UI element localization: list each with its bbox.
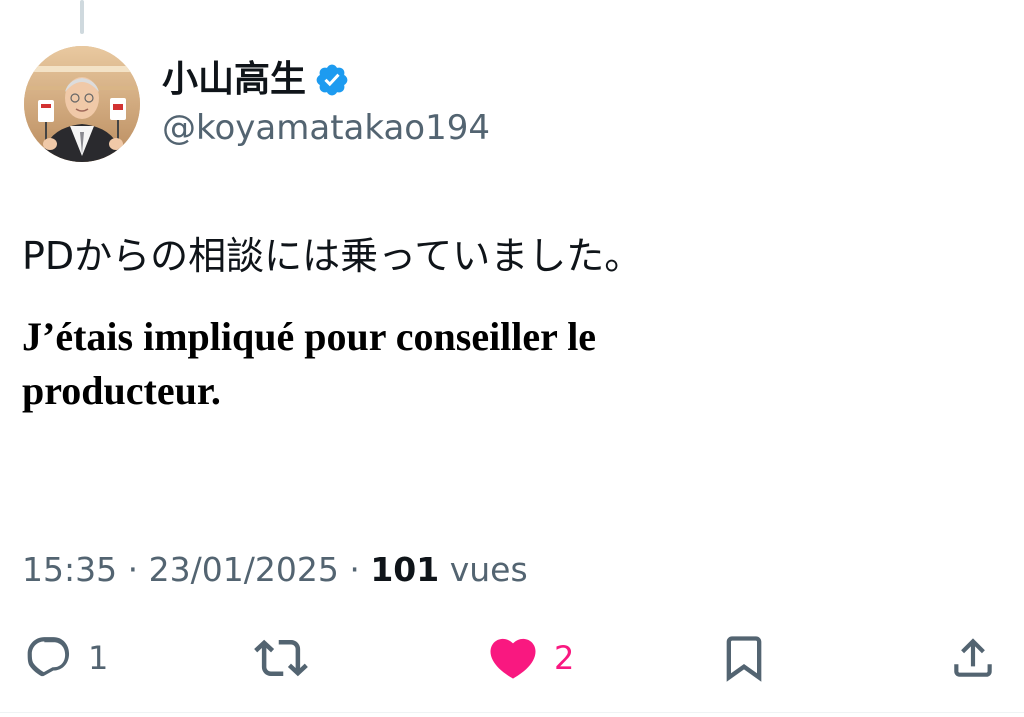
heart-icon: [490, 638, 536, 679]
tweet-metadata: 15:35 · 23/01/2025 · 101 vues: [22, 548, 528, 592]
tweet-text: PDからの相談には乗っていました。: [22, 234, 643, 278]
reply-icon: [27, 637, 70, 677]
meta-separator: ·: [127, 550, 139, 589]
views-label: vues: [449, 550, 528, 589]
meta-separator: ·: [349, 550, 360, 589]
tweet-action-bar: 1 2: [0, 625, 1024, 691]
share-icon: [954, 638, 992, 677]
views-count: 101: [370, 550, 440, 589]
like-count: 2: [554, 639, 575, 677]
author-name-row[interactable]: 小山高生: [162, 58, 350, 102]
avatar[interactable]: [24, 46, 140, 162]
avatar-photo: [24, 46, 140, 162]
author-handle[interactable]: @koyamatakao194: [162, 106, 490, 150]
bookmark-button[interactable]: [718, 625, 770, 691]
bottom-divider: [0, 712, 1024, 713]
like-button[interactable]: 2: [486, 625, 574, 691]
author-display-name[interactable]: 小山高生: [162, 58, 306, 102]
bookmark-icon: [726, 636, 762, 682]
thread-connector-line: [80, 0, 84, 34]
reply-count: 1: [88, 639, 109, 677]
tweet-time[interactable]: 15:35: [22, 550, 117, 589]
reply-button[interactable]: 1: [24, 625, 108, 691]
retweet-icon: [254, 639, 308, 677]
tweet-translation: J’étais impliqué pour conseiller le prod…: [22, 314, 597, 413]
share-button[interactable]: [948, 625, 998, 691]
tweet-date[interactable]: 23/01/2025: [149, 550, 339, 589]
retweet-button[interactable]: [254, 625, 308, 691]
verified-badge-icon: [316, 64, 348, 96]
